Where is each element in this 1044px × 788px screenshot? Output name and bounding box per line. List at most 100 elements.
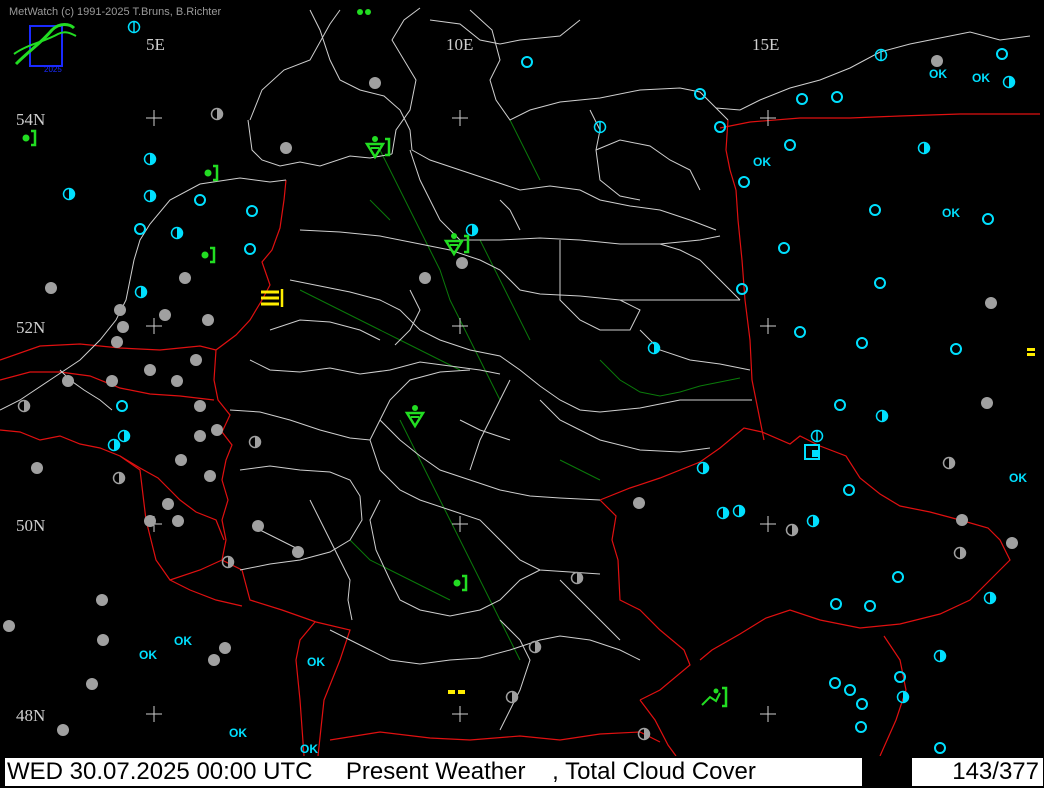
border-line-2 [329, 731, 661, 743]
circle-empty-icon [738, 176, 750, 188]
circle-empty-icon [869, 204, 881, 216]
circle-filled-grey-icon [211, 424, 223, 436]
drizzle-icon [448, 690, 465, 694]
circle-empty-icon [829, 677, 841, 689]
circle-half-icon [248, 435, 262, 449]
fog-icon [261, 289, 284, 307]
admin-line-12 [559, 579, 621, 641]
circle-half-icon [716, 506, 730, 520]
status-secondary-product: , Total Cloud Cover [552, 758, 756, 785]
admin-line-0 [309, 9, 717, 231]
circle-filled-grey-icon [208, 654, 220, 666]
grid-label-lat: 54N [16, 110, 45, 129]
circle-filled-grey-icon [456, 257, 468, 269]
circle-filled-grey-icon [96, 594, 108, 606]
circle-empty-icon [950, 343, 962, 355]
circle-empty-icon [116, 400, 128, 412]
grid-cross [760, 110, 776, 126]
logo-text: 2025 [44, 65, 62, 74]
circle-filled-grey-icon [1006, 537, 1018, 549]
circle-half-icon [942, 456, 956, 470]
grid-cross [452, 706, 468, 722]
circle-filled-grey-icon [956, 514, 968, 526]
recent-bracket-icon [464, 234, 470, 254]
ok-label: OK [929, 67, 947, 81]
circle-filled-grey-icon [981, 397, 993, 409]
coast-line-6 [595, 139, 701, 191]
station-symbols: OK OK OK OK OK OK OK OK OK OK [3, 9, 1035, 780]
circle-half-icon [134, 285, 148, 299]
circle-filled-grey-icon [219, 642, 231, 654]
admin-line-13 [469, 379, 511, 471]
border-line-8 [725, 119, 737, 191]
copyright-credit: MetWatch (c) 1991-2025 T.Bruns, B.Richte… [9, 6, 222, 18]
circle-empty-icon [830, 598, 842, 610]
circle-filled-grey-icon [194, 430, 206, 442]
river-line-4 [399, 419, 521, 661]
circle-half-icon [917, 141, 931, 155]
status-product-label: WED 30.07.2025 00:00 UTC Present Weather… [5, 758, 862, 786]
circle-filled-grey-icon [931, 55, 943, 67]
circle-half-icon [806, 514, 820, 528]
circle-filled-grey-icon [202, 314, 214, 326]
grid-cross [146, 110, 162, 126]
circle-half-icon [112, 471, 126, 485]
grid-cross [760, 318, 776, 334]
circle-filled-grey-icon [175, 454, 187, 466]
ok-label: OK [1009, 471, 1027, 485]
grid-cross [452, 110, 468, 126]
grid-label-lat: 52N [16, 318, 45, 337]
circle-filled-grey-icon [194, 400, 206, 412]
grid-label-lon: 10E [446, 35, 473, 54]
circle-filled-grey-icon [62, 375, 74, 387]
circle-filled-grey-icon [419, 272, 431, 284]
circle-empty-icon [843, 484, 855, 496]
circle-empty-icon [194, 194, 206, 206]
circle-half-icon [143, 152, 157, 166]
grid-cross [760, 516, 776, 532]
admin-line-11 [499, 619, 531, 731]
grid-crosses [146, 110, 776, 722]
circle-half-icon [933, 649, 947, 663]
admin-line-18 [269, 319, 381, 341]
cloud-pair-icon [357, 9, 371, 15]
status-datetime: WED 30.07.2025 00:00 UTC [7, 758, 313, 785]
grid-cross [146, 706, 162, 722]
river-line-0 [379, 149, 501, 401]
coast-line-3 [391, 7, 421, 155]
circle-half-icon [143, 189, 157, 203]
admin-line-5 [379, 419, 601, 501]
thunderstorm-recent-icon [701, 686, 728, 708]
rain-shower-recent-icon [22, 129, 37, 147]
circle-empty-icon [934, 742, 946, 754]
circle-half-icon [570, 571, 584, 585]
admin-line-10 [329, 629, 641, 665]
river-line-1 [299, 289, 461, 371]
circle-half-icon [785, 523, 799, 537]
admin-line-17 [589, 109, 641, 201]
circle-filled-grey-icon [280, 142, 292, 154]
border-line-13 [0, 371, 215, 401]
station-count: 143/377 [912, 758, 1043, 786]
rivers [299, 119, 741, 661]
border-line-4 [599, 499, 691, 701]
ok-label: OK [229, 726, 247, 740]
circle-half-icon [732, 504, 746, 518]
grid-labels: 5E 10E 15E 54N 52N 50N 48N [16, 35, 779, 725]
admin-line-8 [369, 439, 601, 575]
circle-empty-icon [778, 242, 790, 254]
circle-half-icon [221, 555, 235, 569]
circle-filled-grey-icon [633, 497, 645, 509]
weather-map: 5E 10E 15E54N52N50N48N OK OKOKOKOKOKOK OKOKO… [0, 0, 1044, 788]
ok-label: OK [174, 634, 192, 648]
circle-empty-icon [982, 213, 994, 225]
circle-half-icon [107, 438, 121, 452]
circle-half-icon [1002, 75, 1016, 89]
river-line-3 [369, 199, 391, 221]
circle-empty-icon [834, 399, 846, 411]
status-product: Present Weather [345, 758, 526, 785]
metwatch-logo-icon: 2025 [13, 23, 77, 74]
circle-filled-grey-icon [159, 309, 171, 321]
circle-empty-icon [856, 698, 868, 710]
ok-label: OK [972, 71, 990, 85]
